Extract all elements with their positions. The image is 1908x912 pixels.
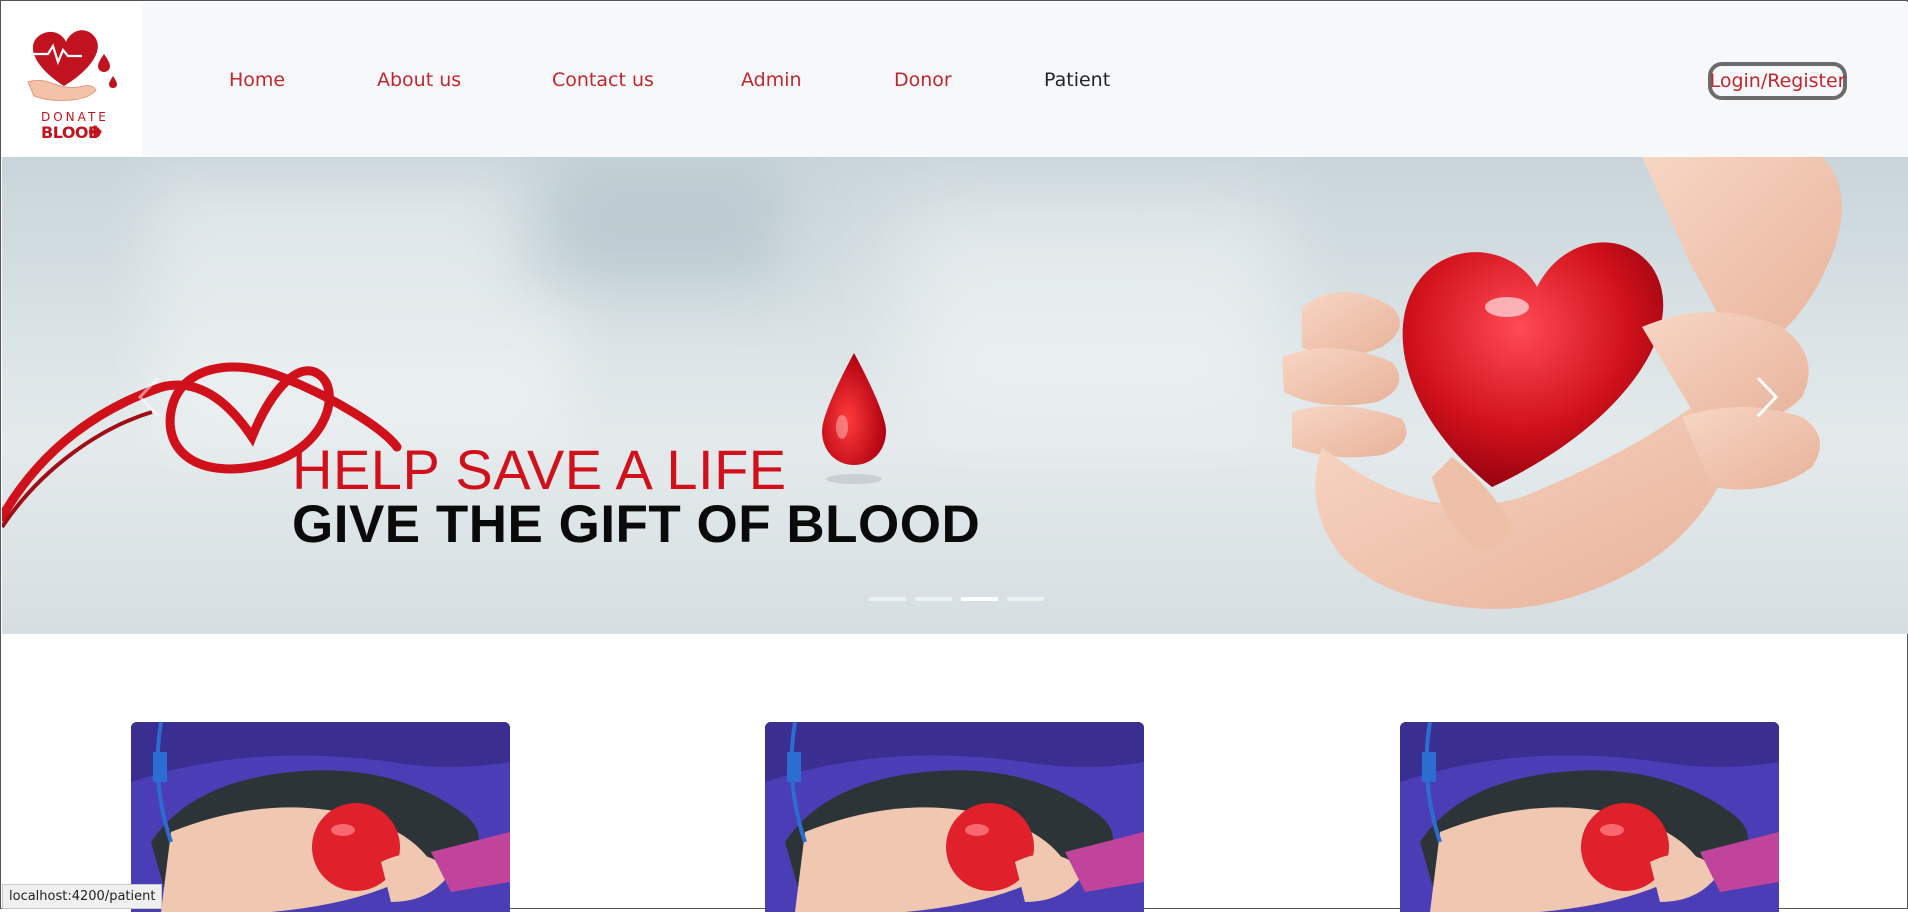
nav-home[interactable]: Home	[229, 69, 285, 91]
background-blur	[522, 167, 782, 287]
nav-patient[interactable]: Patient	[1044, 69, 1110, 91]
blood-donation-arm-image	[765, 722, 1144, 912]
logo-text-donate: DONATE	[41, 110, 109, 124]
carousel-indicator[interactable]	[869, 597, 906, 601]
blood-donation-arm-image	[1400, 722, 1779, 912]
blood-donation-arm-image	[131, 722, 510, 912]
navbar: DONATE BLOOD ✚ Home About us Contact us …	[2, 2, 1908, 157]
carousel-indicator[interactable]	[915, 597, 952, 601]
login-register-button[interactable]: Login/Register	[1708, 62, 1847, 100]
nav-contact-us[interactable]: Contact us	[552, 69, 654, 91]
chevron-right-icon[interactable]	[1752, 372, 1782, 422]
browser-status-url: localhost:4200/patient	[2, 884, 163, 909]
info-card-image[interactable]	[1400, 722, 1779, 912]
chevron-left-icon[interactable]	[134, 372, 164, 422]
carousel-indicator[interactable]	[1007, 597, 1044, 601]
info-card-image[interactable]	[131, 722, 510, 912]
browser-viewport: DONATE BLOOD ✚ Home About us Contact us …	[0, 0, 1908, 912]
hero-headline: HELP SAVE A LIFE	[292, 438, 787, 501]
nav-about-us[interactable]: About us	[377, 69, 461, 91]
hands-holding-heart-image	[1282, 157, 1842, 609]
plus-cross-icon: ✚	[88, 123, 103, 143]
hero-subheadline: GIVE THE GIFT OF BLOOD	[292, 495, 981, 554]
info-card-image[interactable]	[765, 722, 1144, 912]
carousel-indicators	[869, 597, 1044, 601]
blood-drop-icon	[822, 353, 886, 484]
background-blur	[902, 197, 1282, 417]
hero-carousel: HELP SAVE A LIFE GIVE THE GIFT OF BLOOD	[2, 157, 1908, 634]
nav-admin[interactable]: Admin	[741, 69, 802, 91]
heart-hand-drop-logo-icon	[27, 30, 117, 101]
brand-logo[interactable]: DONATE BLOOD ✚	[2, 2, 142, 157]
carousel-indicator-active[interactable]	[961, 597, 998, 601]
nav-donor[interactable]: Donor	[894, 69, 952, 91]
